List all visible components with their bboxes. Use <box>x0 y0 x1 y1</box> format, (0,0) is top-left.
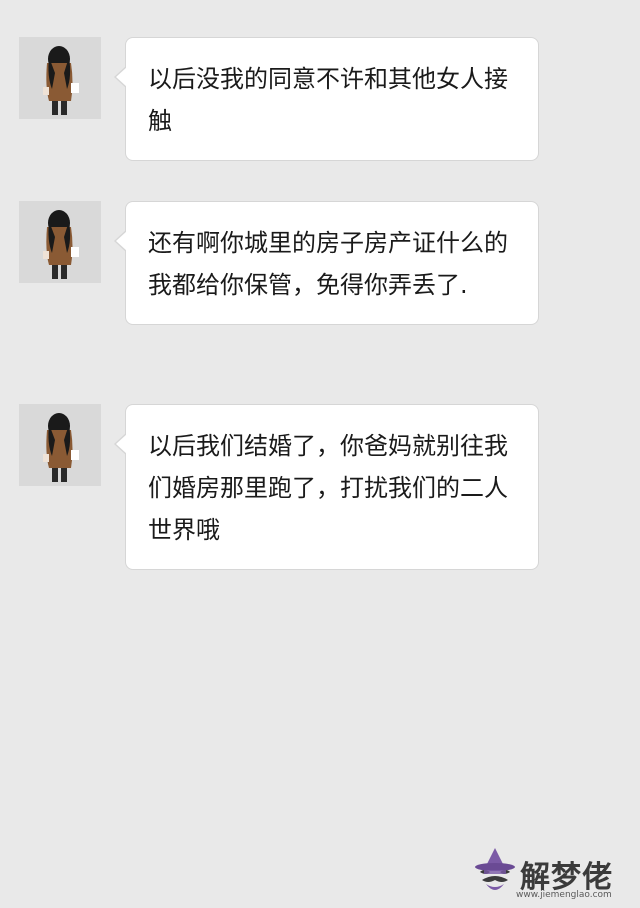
message-bubble[interactable]: 以后我们结婚了，你爸妈就别往我们婚房那里跑了，打扰我们的二人世界哦 <box>114 404 539 570</box>
watermark-url: www.jiemenglao.com <box>516 890 612 900</box>
message-text: 以后我们结婚了，你爸妈就别往我们婚房那里跑了，打扰我们的二人世界哦 <box>148 432 508 544</box>
avatar[interactable] <box>19 37 101 119</box>
message-text: 还有啊你城里的房子房产证什么的我都给你保管，免得你弄丢了. <box>148 229 508 299</box>
message-bubble[interactable]: 以后没我的同意不许和其他女人接触 <box>114 37 539 161</box>
wizard-hat-mustache-icon <box>470 846 520 898</box>
message-text: 以后没我的同意不许和其他女人接触 <box>148 65 508 135</box>
avatar[interactable] <box>19 201 101 283</box>
watermark: 解梦佬 www.jiemenglao.com <box>470 846 635 902</box>
avatar[interactable] <box>19 404 101 486</box>
message-bubble[interactable]: 还有啊你城里的房子房产证什么的我都给你保管，免得你弄丢了. <box>114 201 539 325</box>
